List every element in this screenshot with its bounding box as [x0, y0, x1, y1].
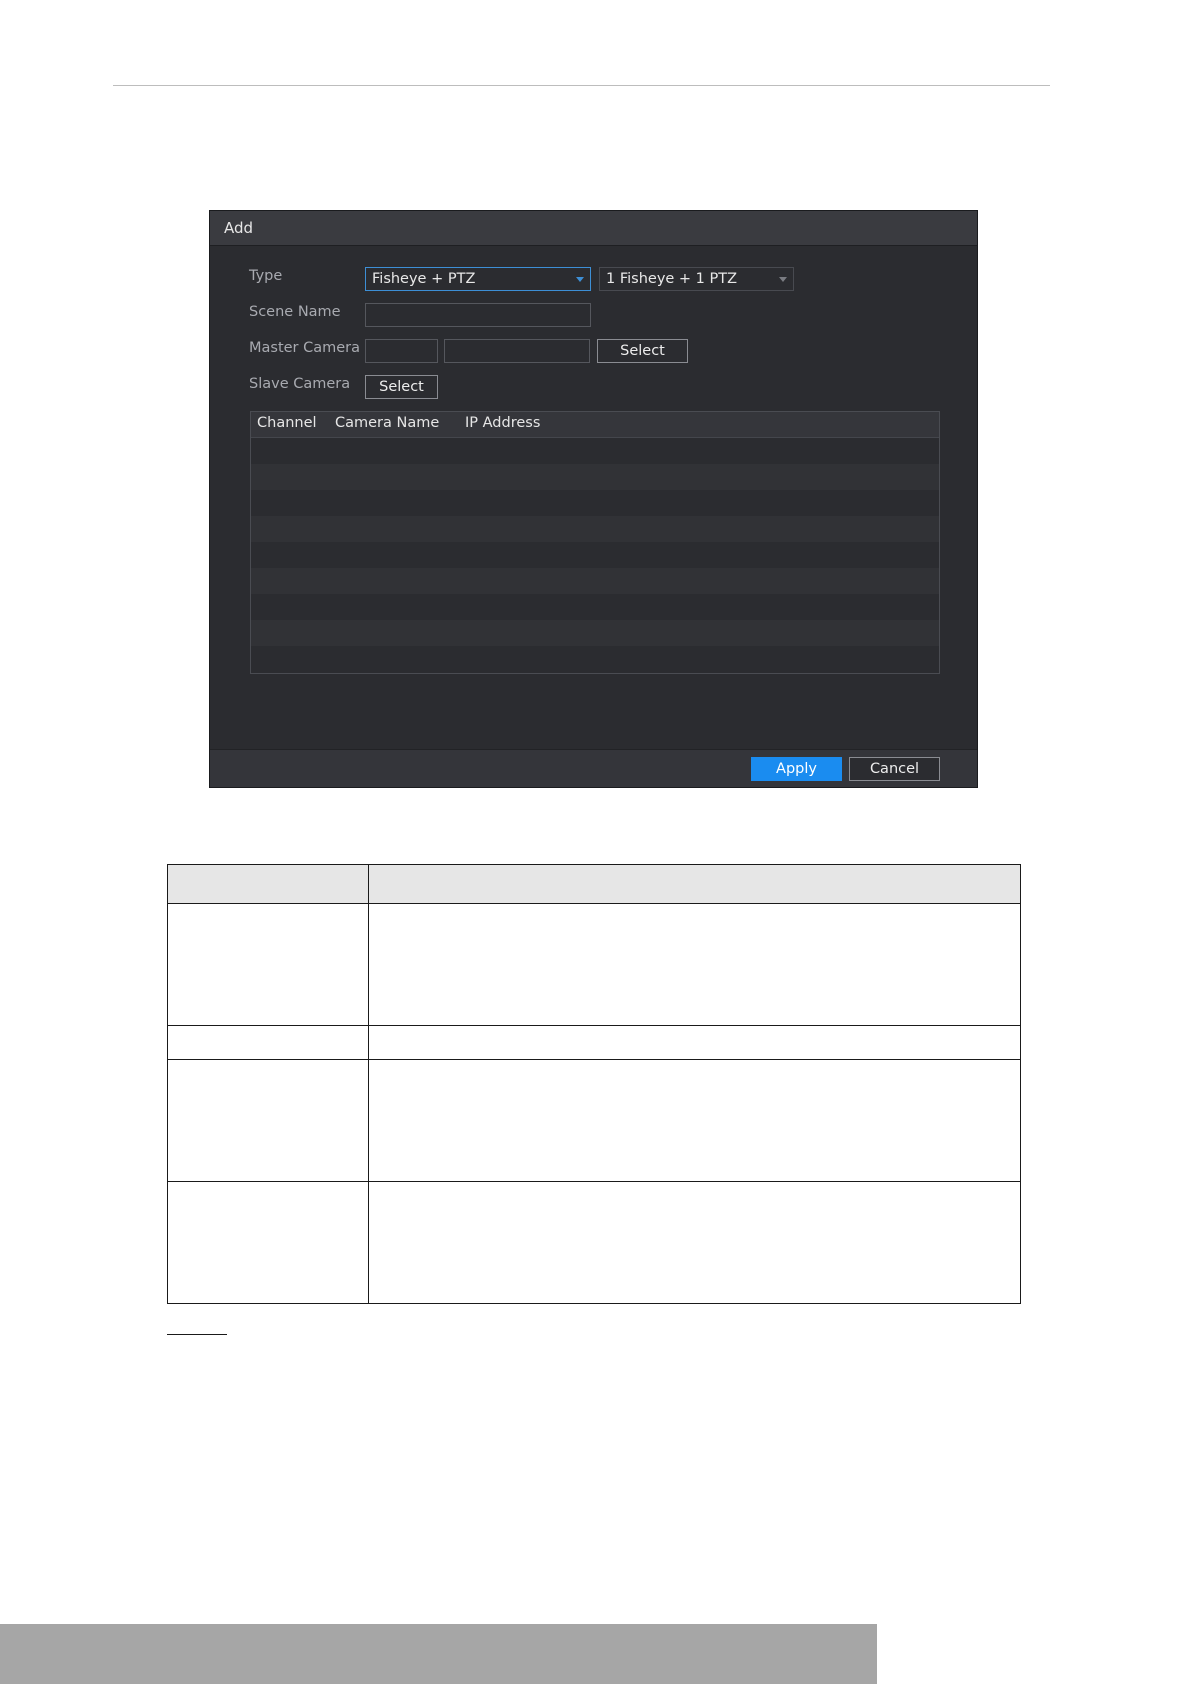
master-select-button[interactable]: Select [597, 339, 688, 363]
table-cell [368, 1181, 1021, 1304]
type-select[interactable]: Fisheye + PTZ [365, 267, 591, 291]
table-row [167, 1059, 1021, 1182]
table-cell [368, 1059, 1021, 1182]
table-cell [167, 903, 369, 1026]
camera-table: Channel Camera Name IP Address [250, 411, 940, 674]
parameter-table [167, 864, 1021, 1304]
table-row[interactable] [251, 490, 939, 516]
table-cell [167, 1181, 369, 1304]
col-ip-address[interactable]: IP Address [465, 415, 540, 431]
table-row [167, 1181, 1021, 1304]
chevron-down-icon [576, 277, 584, 282]
table-row[interactable] [251, 620, 939, 646]
dialog-header: Add [210, 211, 977, 246]
table-cell [368, 1025, 1021, 1060]
scene-name-input[interactable] [365, 303, 591, 327]
table-row[interactable] [251, 438, 939, 464]
table-row[interactable] [251, 516, 939, 542]
table-row[interactable] [251, 464, 939, 490]
table-cell [167, 1059, 369, 1182]
table-cell [167, 1025, 369, 1060]
header-cell [368, 864, 1021, 904]
table-cell [368, 903, 1021, 1026]
table-row[interactable] [251, 594, 939, 620]
footnote-rule [167, 1334, 227, 1335]
scene-name-label: Scene Name [249, 304, 341, 320]
master-camera-label: Master Camera [249, 340, 361, 356]
page-footer-bar [0, 1624, 877, 1684]
master-channel-input[interactable] [365, 339, 438, 363]
add-dialog: Add Type Fisheye + PTZ 1 Fisheye + 1 PTZ… [209, 210, 978, 788]
table-row [167, 1025, 1021, 1060]
table-row [167, 903, 1021, 1026]
slave-camera-label: Slave Camera [249, 376, 351, 392]
mode-select[interactable]: 1 Fisheye + 1 PTZ [599, 267, 794, 291]
table-header: Channel Camera Name IP Address [251, 412, 939, 438]
table-row[interactable] [251, 542, 939, 568]
cancel-button[interactable]: Cancel [849, 757, 940, 781]
type-label: Type [249, 268, 283, 284]
table-header-row [167, 864, 1021, 904]
mode-select-value: 1 Fisheye + 1 PTZ [606, 271, 738, 287]
table-row[interactable] [251, 646, 939, 672]
col-channel[interactable]: Channel [257, 415, 317, 431]
apply-button[interactable]: Apply [751, 757, 842, 781]
chevron-down-icon [779, 277, 787, 282]
header-cell [167, 864, 369, 904]
dialog-title: Add [224, 219, 254, 237]
master-name-input[interactable] [444, 339, 590, 363]
type-select-value: Fisheye + PTZ [372, 271, 476, 287]
table-row[interactable] [251, 568, 939, 594]
header-rule [113, 85, 1050, 86]
slave-select-button[interactable]: Select [365, 375, 438, 399]
col-camera-name[interactable]: Camera Name [335, 415, 439, 431]
